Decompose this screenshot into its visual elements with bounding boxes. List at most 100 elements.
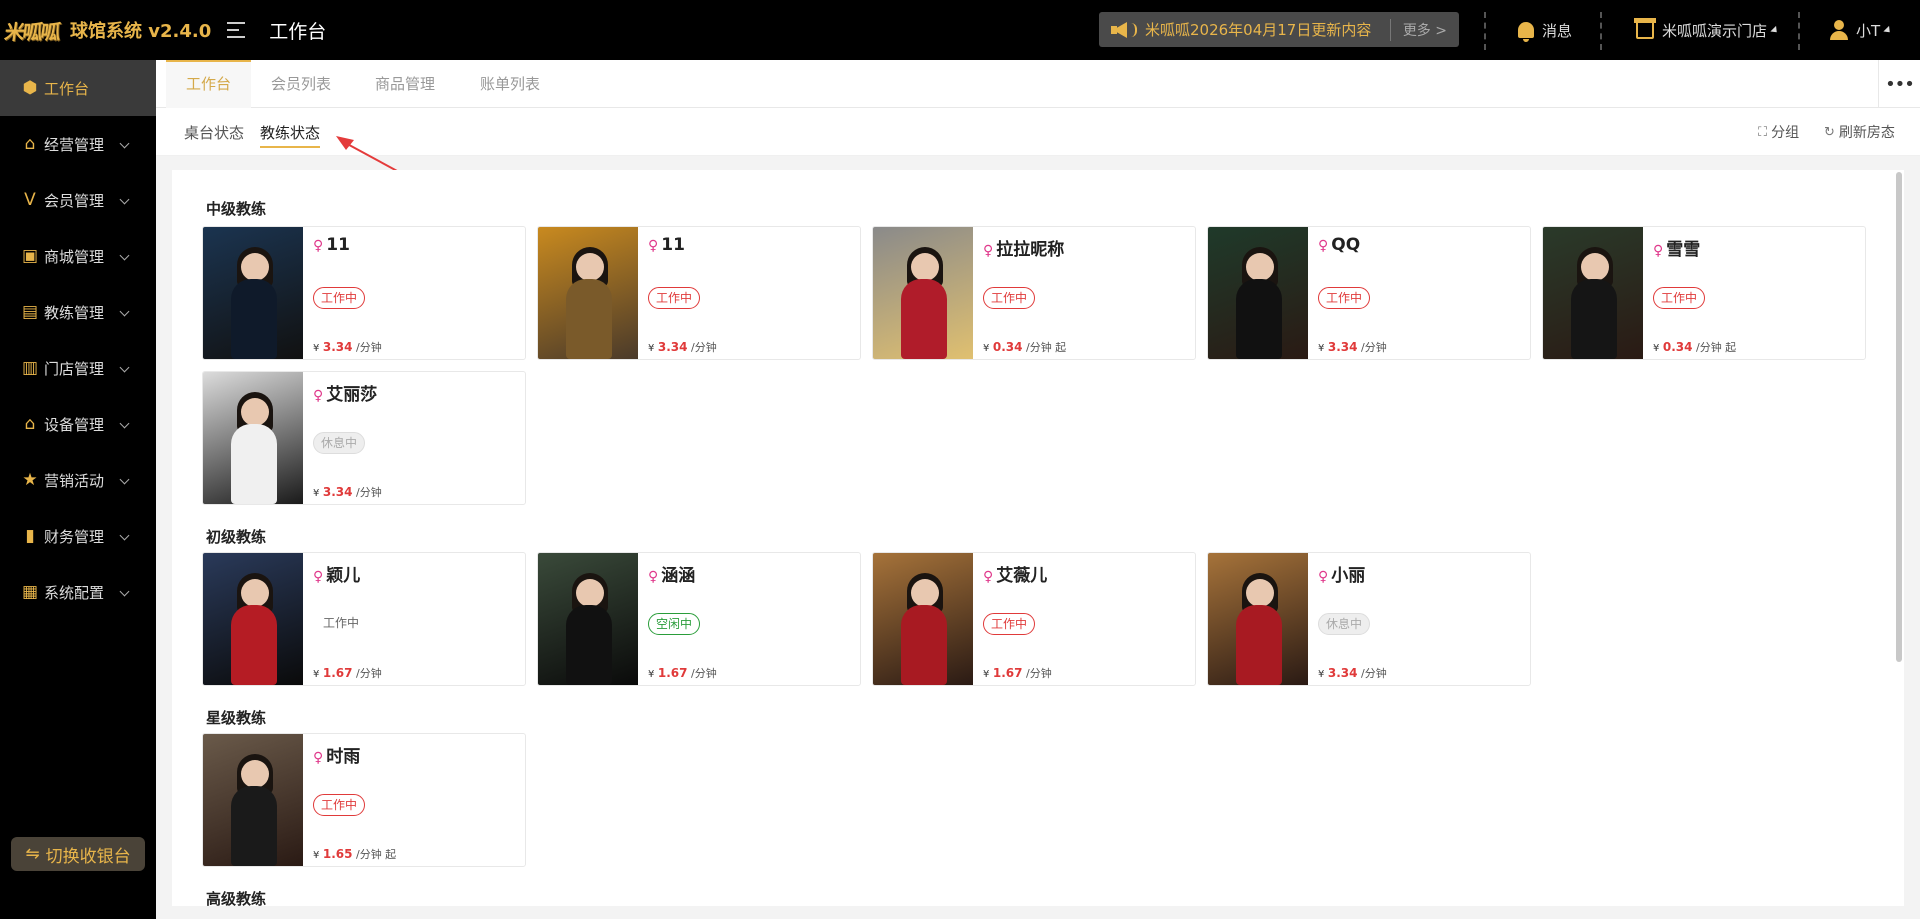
price-value: 3.34 xyxy=(1327,340,1358,354)
sidebar-item-label: 设备管理 xyxy=(44,415,105,434)
group-button[interactable]: ⛶ 分组 xyxy=(1758,122,1799,142)
scrollbar[interactable] xyxy=(1896,172,1902,662)
top-header: 米呱呱 球馆系统 v2.4.0 工作台 xyxy=(0,0,1920,60)
chevron-down-icon xyxy=(119,250,130,261)
sidebar-item-settings[interactable]: ▦ 系统配置 xyxy=(0,564,156,620)
coach-price: ¥ 1.67 /分钟 xyxy=(983,665,1052,681)
female-icon: ♀ xyxy=(1318,569,1329,585)
coach-price: ¥ 0.34 /分钟 起 xyxy=(983,339,1066,355)
store-label: 米呱呱演示门店 xyxy=(1662,21,1768,40)
coach-name-row: ♀ 颖儿 xyxy=(313,561,360,586)
sidebar-item-stores[interactable]: ▥ 门店管理 xyxy=(0,340,156,396)
sidebar-item-finance[interactable]: ▮ 财务管理 xyxy=(0,508,156,564)
switch-cashier-button[interactable]: ⇋ 切换收银台 xyxy=(11,837,145,871)
sidebar-item-workbench[interactable]: ⬢ 工作台 xyxy=(0,60,156,116)
sidebar-item-mall[interactable]: ▣ 商城管理 xyxy=(0,228,156,284)
tab-workbench[interactable]: 工作台 xyxy=(166,60,252,108)
coach-card[interactable]: ♀ 艾薇儿 工作中 ¥ 1.67 /分钟 xyxy=(872,552,1196,686)
tab-bill-list[interactable]: 账单列表 xyxy=(460,60,560,108)
coach-group-title: 初级教练 xyxy=(206,528,267,546)
coach-card[interactable]: ♀ 11 工作中 ¥ 3.34 /分钟 xyxy=(202,226,526,360)
coach-photo xyxy=(1208,227,1308,359)
coach-card[interactable]: ♀ QQ 工作中 ¥ 3.34 /分钟 xyxy=(1207,226,1531,360)
group-label: 分组 xyxy=(1771,125,1800,141)
vip-icon: V xyxy=(24,190,36,210)
subtab-table-status[interactable]: 桌台状态 xyxy=(184,122,244,143)
coach-name: 雪雪 xyxy=(1666,240,1701,260)
menu-toggle-icon[interactable] xyxy=(227,22,246,38)
coach-price: ¥ 3.34 /分钟 xyxy=(648,339,717,355)
coach-name: 艾薇儿 xyxy=(996,566,1048,586)
coach-photo xyxy=(873,227,973,359)
coach-card[interactable]: ♀ 艾丽莎 休息中 ¥ 3.34 /分钟 xyxy=(202,371,526,505)
price-value: 0.34 xyxy=(992,340,1023,354)
coach-card[interactable]: ♀ 颖儿 工作中 ¥ 1.67 /分钟 xyxy=(202,552,526,686)
coach-name: 11 xyxy=(326,235,350,255)
coach-status-badge: 工作中 xyxy=(1318,287,1371,309)
coach-card[interactable]: ♀ 时雨 工作中 ¥ 1.65 /分钟 起 xyxy=(202,733,526,867)
store-selector[interactable]: 米呱呱演示门店 xyxy=(1634,0,1780,60)
currency-symbol: ¥ xyxy=(313,669,320,680)
price-unit: /分钟 起 xyxy=(355,848,397,861)
messages-button[interactable]: 消息 xyxy=(1518,0,1572,60)
user-menu[interactable]: 小T xyxy=(1830,0,1893,60)
currency-symbol: ¥ xyxy=(313,488,320,499)
currency-symbol: ¥ xyxy=(313,343,320,354)
coach-card[interactable]: ♀ 拉拉昵称 工作中 ¥ 0.34 /分钟 起 xyxy=(872,226,1196,360)
sidebar-item-operations[interactable]: ⌂ 经营管理 xyxy=(0,116,156,172)
sidebar-item-label: 系统配置 xyxy=(44,583,105,602)
update-notice[interactable]: 米呱呱2026年04月17日更新内容 更多 > xyxy=(1099,12,1459,47)
price-value: 3.34 xyxy=(657,340,688,354)
subtab-coach-status[interactable]: 教练状态 xyxy=(260,122,321,148)
coach-card[interactable]: ♀ 涵涵 空闲中 ¥ 1.67 /分钟 xyxy=(537,552,861,686)
sidebar-item-label: 营销活动 xyxy=(44,471,105,490)
refresh-button[interactable]: ↻ 刷新房态 xyxy=(1824,122,1895,142)
coach-card[interactable]: ♀ 小丽 休息中 ¥ 3.34 /分钟 xyxy=(1207,552,1531,686)
coach-status-badge: 工作中 xyxy=(983,613,1036,635)
coach-photo xyxy=(203,372,303,504)
price-unit: /分钟 xyxy=(355,486,382,499)
coach-name: 拉拉昵称 xyxy=(996,240,1065,260)
sidebar-item-label: 工作台 xyxy=(44,79,90,98)
notice-more-link[interactable]: 更多 > xyxy=(1391,20,1459,40)
coach-status-badge: 工作中 xyxy=(1653,287,1706,309)
price-value: 1.67 xyxy=(992,666,1023,680)
chevron-down-icon xyxy=(119,138,130,149)
coach-name: 小丽 xyxy=(1331,566,1366,586)
coach-group-title: 高级教练 xyxy=(206,890,267,906)
coach-price: ¥ 0.34 /分钟 起 xyxy=(1653,339,1736,355)
sidebar-item-devices[interactable]: ⌂ 设备管理 xyxy=(0,396,156,452)
coach-price: ¥ 3.34 /分钟 xyxy=(1318,339,1387,355)
currency-symbol: ¥ xyxy=(313,850,320,861)
coach-status-badge: 工作中 xyxy=(313,794,366,816)
price-value: 1.65 xyxy=(322,847,353,861)
tab-product-management[interactable]: 商品管理 xyxy=(355,60,455,108)
coach-status-badge: 工作中 xyxy=(648,287,701,309)
app-logo[interactable]: 米呱呱 xyxy=(0,0,64,60)
messages-label: 消息 xyxy=(1542,21,1573,40)
tab-member-list[interactable]: 会员列表 xyxy=(251,60,351,108)
currency-symbol: ¥ xyxy=(648,669,655,680)
coach-card[interactable]: ♀ 雪雪 工作中 ¥ 0.34 /分钟 起 xyxy=(1542,226,1866,360)
sidebar-item-coaches[interactable]: ▤ 教练管理 xyxy=(0,284,156,340)
price-value: 0.34 xyxy=(1662,340,1693,354)
device-icon: ⌂ xyxy=(24,414,36,434)
page-tabs: 工作台 会员列表 商品管理 账单列表 ••• xyxy=(156,60,1920,108)
price-unit: /分钟 xyxy=(1025,667,1052,680)
female-icon: ♀ xyxy=(313,750,324,766)
coach-price: ¥ 3.34 /分钟 xyxy=(313,339,382,355)
female-icon: ♀ xyxy=(1318,238,1329,254)
page-title: 工作台 xyxy=(269,20,327,43)
chart-icon: ▮ xyxy=(25,526,35,546)
more-icon[interactable]: ••• xyxy=(1878,60,1920,108)
sidebar-item-label: 财务管理 xyxy=(44,527,105,546)
app-name: 球馆系统 v2.4.0 xyxy=(70,21,212,42)
sidebar-item-marketing[interactable]: ★ 营销活动 xyxy=(0,452,156,508)
sidebar-item-members[interactable]: V 会员管理 xyxy=(0,172,156,228)
price-value: 3.34 xyxy=(322,340,353,354)
coach-card[interactable]: ♀ 11 工作中 ¥ 3.34 /分钟 xyxy=(537,226,861,360)
header-divider xyxy=(1798,12,1800,50)
sidebar-item-label: 会员管理 xyxy=(44,191,105,210)
coach-price: ¥ 3.34 /分钟 xyxy=(1318,665,1387,681)
currency-symbol: ¥ xyxy=(983,669,990,680)
